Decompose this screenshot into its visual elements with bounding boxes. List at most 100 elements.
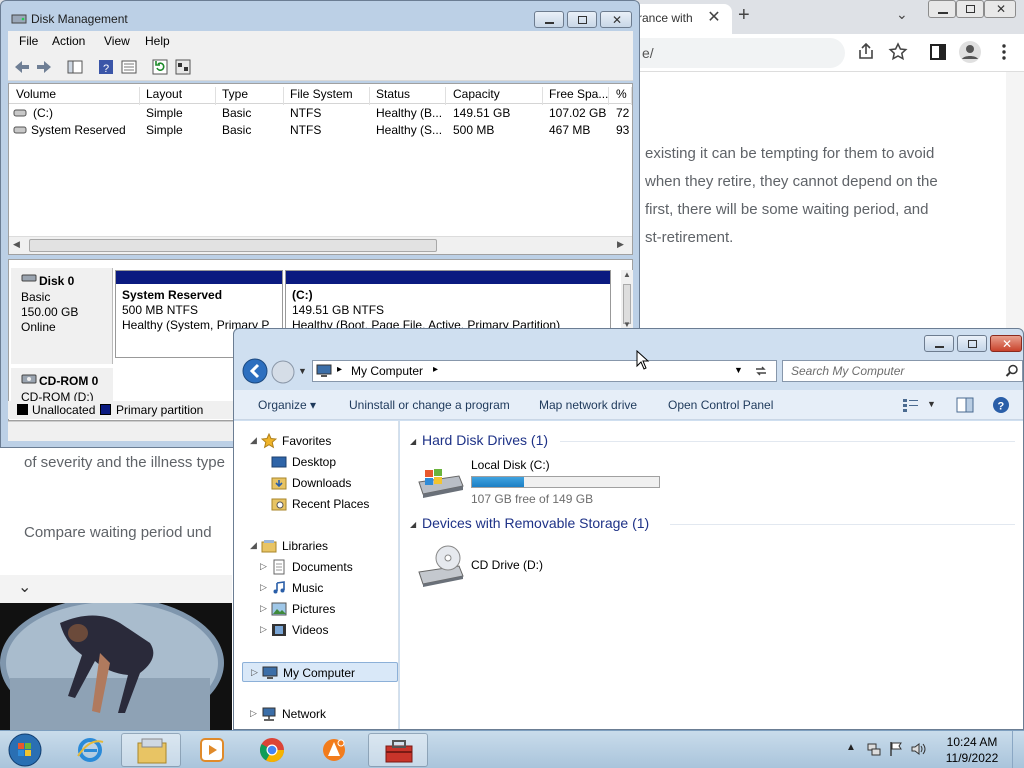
show-desktop-button[interactable] [1012, 731, 1024, 768]
close-button[interactable]: ✕ [990, 335, 1022, 352]
menu-help[interactable]: Help [145, 34, 170, 48]
start-button-icon[interactable] [6, 732, 44, 768]
video-collapse-bar[interactable]: ⌄ [0, 575, 232, 603]
drive-cd-d[interactable]: CD Drive (D:) [415, 541, 595, 591]
column-header-capacity[interactable]: Capacity [453, 87, 543, 105]
chevron-down-icon[interactable]: ⌄ [18, 577, 31, 597]
expand-arrow-icon[interactable]: ▷ [260, 582, 267, 593]
refresh-icon[interactable] [151, 58, 169, 76]
console-tree-icon[interactable] [66, 58, 84, 76]
nav-item-network[interactable]: ▷ Network [234, 704, 399, 724]
search-box[interactable]: Search My Computer [782, 360, 1023, 382]
nav-item-libraries[interactable]: ◢ Libraries [234, 536, 399, 556]
browser-tab-close-icon[interactable]: ✕ [704, 7, 724, 27]
expand-arrow-icon[interactable]: ▷ [260, 624, 267, 635]
browser-menu-icon[interactable] [994, 42, 1014, 62]
refresh-icon[interactable] [753, 363, 769, 379]
drive-local-disk-c[interactable]: Local Disk (C:) 107 GB free of 149 GB [415, 456, 665, 506]
expand-arrow-icon[interactable]: ▷ [251, 667, 258, 678]
preview-pane-icon[interactable] [956, 397, 974, 413]
scrollbar-thumb[interactable] [623, 284, 631, 324]
breadcrumb-separator-icon[interactable]: ▸ [337, 364, 342, 375]
forward-button-icon[interactable] [271, 360, 295, 384]
column-header-percent-free[interactable]: % F [616, 87, 632, 105]
network-status-icon[interactable] [866, 741, 882, 757]
column-header-type[interactable]: Type [222, 87, 284, 105]
horizontal-scrollbar[interactable]: ◀ ▶ [9, 236, 632, 254]
disk-0-info[interactable]: Disk 0 Basic 150.00 GB Online [11, 268, 113, 364]
column-header-free-space[interactable]: Free Spa... [549, 87, 609, 105]
show-hidden-icons-icon[interactable]: ▲ [846, 742, 856, 753]
maximize-button[interactable] [957, 335, 987, 352]
scroll-right-icon[interactable]: ▶ [617, 239, 624, 250]
scrollbar-thumb[interactable] [29, 239, 437, 252]
scroll-up-icon[interactable]: ▲ [623, 270, 631, 279]
taskbar-media-player[interactable] [182, 733, 242, 767]
back-arrow-icon[interactable] [13, 58, 31, 76]
properties-icon[interactable] [120, 58, 138, 76]
minimize-button[interactable] [534, 11, 564, 28]
volume-row[interactable]: System Reserved Simple Basic NTFS Health… [9, 122, 632, 139]
nav-item-documents[interactable]: ▷ Documents [234, 557, 399, 577]
open-control-panel-button[interactable]: Open Control Panel [668, 398, 773, 412]
bookmark-star-icon[interactable] [888, 42, 908, 62]
address-bar[interactable]: ▸ My Computer ▸ ▼ [312, 360, 777, 382]
nav-item-pictures[interactable]: ▷ Pictures [234, 599, 399, 619]
address-bar[interactable]: e/ [640, 38, 845, 68]
forward-arrow-icon[interactable] [35, 58, 53, 76]
search-icon[interactable] [1005, 364, 1019, 378]
change-view-icon[interactable] [902, 397, 920, 413]
taskbar-internet-explorer[interactable] [60, 733, 120, 767]
organize-button[interactable]: Organize ▾ [258, 398, 316, 412]
address-dropdown-icon[interactable]: ▼ [734, 365, 743, 375]
nav-item-my-computer[interactable]: ▷ My Computer [242, 662, 398, 682]
expand-arrow-icon[interactable]: ▷ [260, 561, 267, 572]
taskbar-disk-management[interactable] [368, 733, 428, 767]
nav-item-recent-places[interactable]: Recent Places [234, 494, 399, 514]
menu-action[interactable]: Action [52, 34, 85, 48]
maximize-button[interactable] [567, 11, 597, 28]
share-icon[interactable] [856, 42, 876, 62]
view-dropdown-icon[interactable]: ▼ [927, 399, 936, 409]
uninstall-program-button[interactable]: Uninstall or change a program [349, 398, 510, 412]
nav-item-desktop[interactable]: Desktop [234, 452, 399, 472]
search-input[interactable]: Search My Computer [791, 364, 904, 378]
new-tab-button[interactable]: + [738, 4, 750, 27]
browser-restore-button[interactable] [956, 0, 984, 18]
taskbar-windows-explorer[interactable] [121, 733, 181, 767]
scroll-left-icon[interactable]: ◀ [13, 239, 20, 250]
menu-view[interactable]: View [104, 34, 130, 48]
breadcrumb-separator-icon[interactable]: ▸ [433, 364, 438, 375]
column-header-file-system[interactable]: File System [290, 87, 370, 105]
nav-item-music[interactable]: ▷ Music [234, 578, 399, 598]
profile-avatar-icon[interactable] [958, 40, 982, 64]
volume-row[interactable]: (C:) Simple Basic NTFS Healthy (B... 149… [9, 105, 632, 122]
help-icon[interactable]: ? [992, 396, 1010, 414]
nav-item-downloads[interactable]: Downloads [234, 473, 399, 493]
expand-arrow-icon[interactable]: ◢ [250, 540, 257, 551]
expand-arrow-icon[interactable]: ▷ [250, 708, 257, 719]
taskbar-avast[interactable] [304, 733, 364, 767]
menu-file[interactable]: File [19, 34, 38, 48]
expand-arrow-icon[interactable]: ▷ [260, 603, 267, 614]
browser-minimize-button[interactable] [928, 0, 956, 18]
collapse-group-icon[interactable]: ◢ [410, 437, 416, 446]
volume-icon[interactable] [910, 741, 928, 757]
group-header-hard-disk-drives[interactable]: Hard Disk Drives (1) [422, 432, 548, 448]
column-header-layout[interactable]: Layout [146, 87, 216, 105]
column-header-volume[interactable]: Volume [16, 87, 140, 105]
action-center-flag-icon[interactable] [888, 741, 904, 757]
close-button[interactable]: ✕ [600, 11, 632, 28]
taskbar-chrome[interactable] [242, 733, 302, 767]
video-thumbnail[interactable] [0, 603, 232, 730]
side-panel-icon[interactable] [928, 42, 948, 62]
column-header-status[interactable]: Status [376, 87, 446, 105]
expand-arrow-icon[interactable]: ◢ [250, 435, 257, 446]
nav-item-videos[interactable]: ▷ Videos [234, 620, 399, 640]
recent-pages-chevron-icon[interactable]: ▼ [298, 366, 307, 376]
nav-item-favorites[interactable]: ◢ Favorites [234, 431, 399, 451]
group-header-removable-storage[interactable]: Devices with Removable Storage (1) [422, 515, 649, 531]
breadcrumb[interactable]: My Computer [351, 364, 423, 378]
system-clock[interactable]: 10:24 AM 11/9/2022 [935, 734, 1009, 766]
back-button-icon[interactable] [242, 358, 268, 384]
